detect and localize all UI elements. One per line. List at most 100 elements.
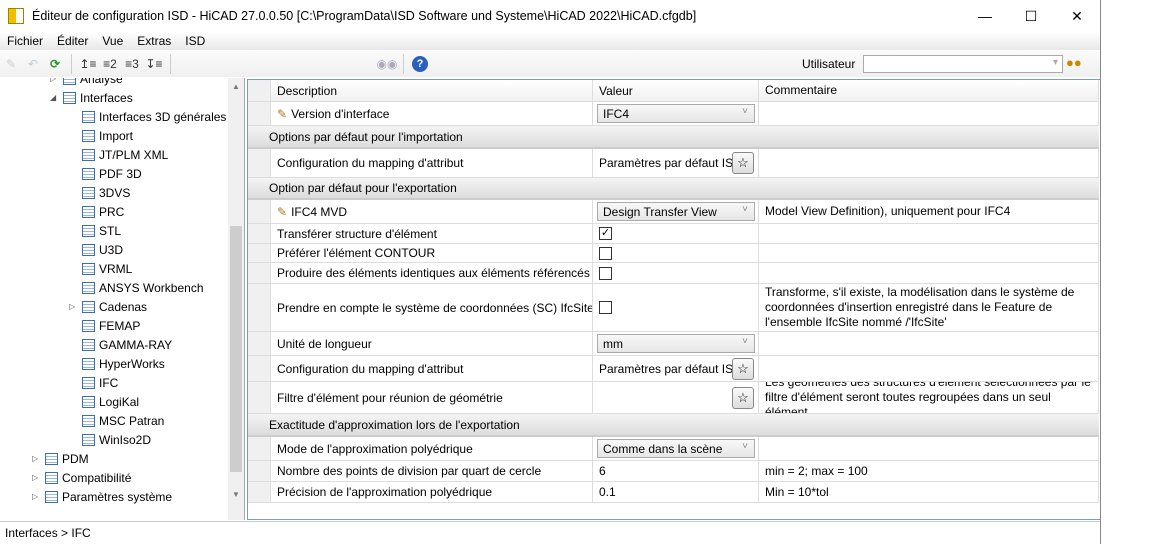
section-header[interactable]: Options par défaut pour l'importation [248, 126, 1099, 149]
collapsed-arrow-icon[interactable]: ▷ [69, 302, 75, 311]
menu-extras[interactable]: Extras [130, 34, 178, 48]
tree-item-label: IFC [99, 375, 119, 390]
collapsed-arrow-icon[interactable]: ▷ [50, 78, 56, 83]
tree-item[interactable]: IFC [82, 373, 118, 392]
section-header[interactable]: Exactitude d'approximation lors de l'exp… [248, 414, 1099, 437]
menu-editer[interactable]: Éditer [50, 34, 95, 48]
refresh-icon[interactable]: ⟳ [44, 53, 66, 75]
tree-item[interactable]: Import [82, 126, 133, 145]
tree-item[interactable]: FEMAP [82, 316, 140, 335]
table-row[interactable]: Préférer l'élément CONTOUR [248, 244, 1099, 263]
expand-all-icon[interactable]: ↧≡ [143, 53, 165, 75]
user-select[interactable] [863, 55, 1063, 73]
expanded-arrow-icon[interactable]: ◢ [50, 93, 56, 102]
value-dropdown[interactable]: IFC4 [597, 104, 755, 123]
tree-item[interactable]: ▷ Compatibilité [32, 468, 131, 487]
binoculars-search-icon[interactable]: ◉◉ [376, 53, 398, 75]
table-row[interactable]: Prendre en compte le système de coordonn… [248, 284, 1099, 332]
tree-item[interactable]: ▷ PDM [32, 449, 89, 468]
table-row[interactable]: Produire des éléments identiques aux élé… [248, 263, 1099, 284]
tree-item[interactable]: WinIso2D [82, 430, 151, 449]
tree-item[interactable]: Interfaces 3D générales [82, 107, 226, 126]
table-row[interactable]: ✎ Version d'interface IFC4 [248, 102, 1099, 126]
star-select-button[interactable]: ☆ [732, 152, 754, 174]
collapsed-arrow-icon[interactable]: ▷ [32, 473, 38, 482]
value-dropdown[interactable]: Comme dans la scène [597, 439, 755, 458]
star-select-button[interactable]: ☆ [732, 386, 754, 409]
tree-item[interactable]: 3DVS [82, 183, 130, 202]
tree-item[interactable]: MSC Patran [82, 411, 164, 430]
value-cell[interactable]: Paramètres par défaut IS ☆ [593, 356, 759, 381]
level-2-icon[interactable]: ≡2 [99, 53, 121, 75]
scroll-down-icon[interactable]: ▼ [232, 490, 240, 499]
value-dropdown[interactable]: mm [597, 334, 755, 353]
value-cell[interactable]: ✓ [593, 224, 759, 243]
tree-item[interactable]: U3D [82, 240, 123, 259]
menu-isd[interactable]: ISD [178, 34, 212, 48]
value-cell[interactable] [593, 263, 759, 283]
star-select-button[interactable]: ☆ [732, 357, 754, 380]
level-3-icon[interactable]: ≡3 [121, 53, 143, 75]
tree-item[interactable]: GAMMA-RAY [82, 335, 172, 354]
collapsed-arrow-icon[interactable]: ▷ [32, 454, 38, 463]
header-description[interactable]: Description [271, 80, 593, 101]
tree-item[interactable]: ▷ Paramètres système [32, 487, 172, 506]
menu-vue[interactable]: Vue [95, 34, 130, 48]
minimize-button[interactable]: — [962, 0, 1008, 32]
table-row[interactable]: Filtre d'élément pour réunion de géométr… [248, 382, 1099, 414]
tree-item[interactable]: VRML [82, 259, 132, 278]
tree-item[interactable]: ▷ Analyse [50, 78, 123, 88]
table-row[interactable]: Configuration du mapping d'attribut Param… [248, 149, 1099, 178]
section-header[interactable]: Option par défaut pour l'exportation [248, 178, 1099, 200]
scrollbar-thumb[interactable] [230, 226, 242, 472]
tree-scrollbar[interactable]: ▲ ▼ [228, 78, 244, 520]
tree-item[interactable]: JT/PLM XML [82, 145, 168, 164]
value-checkbox[interactable] [599, 301, 612, 314]
value-cell[interactable]: 6 [593, 461, 759, 481]
tree-item[interactable]: PRC [82, 202, 124, 221]
tree-item[interactable]: ANSYS Workbench [82, 278, 204, 297]
value-checkbox[interactable] [599, 246, 612, 260]
maximize-button[interactable]: ☐ [1008, 0, 1054, 32]
table-row[interactable]: Mode de l'approximation polyédrique Comme… [248, 437, 1099, 461]
tree-item[interactable]: ▷ Cadenas [69, 297, 147, 316]
tree-item[interactable]: PDF 3D [82, 164, 142, 183]
value-dropdown[interactable]: Design Transfer View [597, 202, 755, 221]
tree-item[interactable]: STL [82, 221, 121, 240]
value-cell[interactable]: mm [593, 332, 759, 355]
table-row[interactable]: Configuration du mapping d'attribut Param… [248, 356, 1099, 382]
tree-item[interactable]: ◢ Interfaces [50, 88, 133, 107]
value-cell[interactable]: Paramètres par défaut IS ☆ [593, 149, 759, 177]
value-input[interactable]: 0.1 [599, 485, 616, 499]
value-cell[interactable] [593, 244, 759, 262]
header-valeur[interactable]: Valeur [593, 80, 759, 101]
value-checkbox[interactable]: ✓ [599, 227, 612, 240]
value-cell[interactable]: Comme dans la scène [593, 437, 759, 460]
tree-item-label: PRC [99, 204, 125, 219]
close-button[interactable]: ✕ [1054, 0, 1100, 32]
tree-item[interactable]: LogiKal [82, 392, 139, 411]
undo-icon[interactable]: ↶ [22, 53, 44, 75]
collapse-all-icon[interactable]: ↥≡ [77, 53, 99, 75]
menu-fichier[interactable]: Fichier [0, 34, 50, 48]
users-icon[interactable]: ●● [1066, 55, 1082, 70]
tree-item[interactable]: HyperWorks [82, 354, 165, 373]
header-commentaire[interactable]: Commentaire [759, 80, 1099, 101]
value-cell[interactable]: ☆ [593, 382, 759, 413]
description-cell: Configuration du mapping d'attribut [271, 356, 593, 381]
table-row[interactable]: Nombre des points de division par quart … [248, 461, 1099, 482]
table-row[interactable]: Transférer structure d'élément ✓ [248, 224, 1099, 244]
value-cell[interactable]: IFC4 [593, 102, 759, 125]
help-icon[interactable]: ? [409, 53, 431, 75]
table-row[interactable]: ✎IFC4 MVDDesign Transfer ViewModel View … [248, 200, 1099, 224]
table-row[interactable]: Précision de l'approximation polyédrique… [248, 482, 1099, 503]
collapsed-arrow-icon[interactable]: ▷ [32, 492, 38, 501]
table-row[interactable]: Unité de longueur mm [248, 332, 1099, 356]
value-cell[interactable]: Design Transfer View [593, 200, 759, 223]
scroll-up-icon[interactable]: ▲ [232, 82, 240, 91]
value-cell[interactable] [593, 284, 759, 331]
value-cell[interactable]: 0.1 [593, 482, 759, 502]
edit-pencil-icon[interactable]: ✎ [0, 53, 22, 75]
value-input[interactable]: 6 [599, 464, 606, 478]
value-checkbox[interactable] [599, 266, 612, 280]
